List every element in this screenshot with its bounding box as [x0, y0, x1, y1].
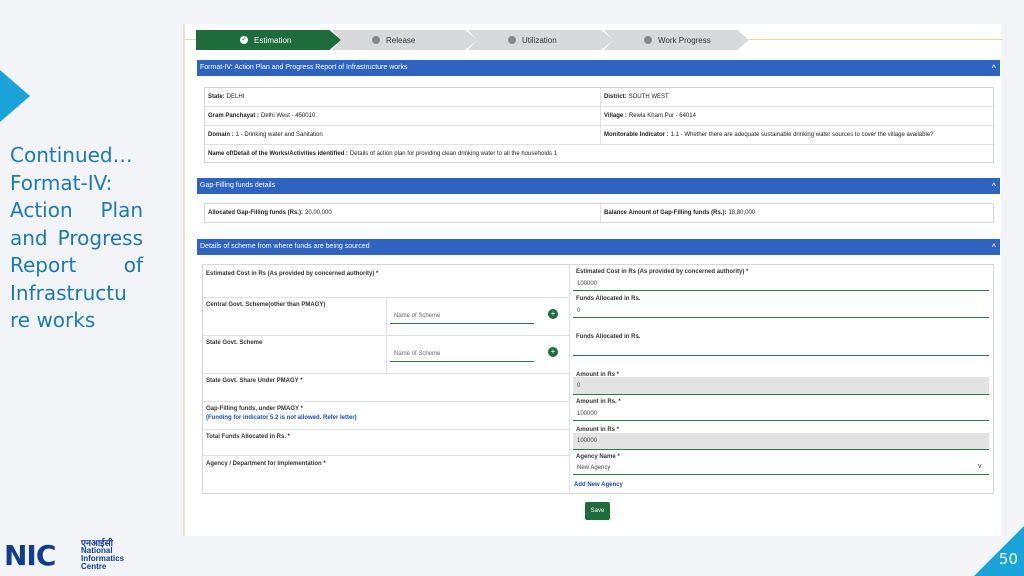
step-label: Estimation — [254, 35, 292, 45]
chevron-up-icon: ^ — [991, 63, 996, 73]
gap-filling-box: Allocated Gap-Filling funds (Rs.): 20,00,… — [204, 203, 994, 223]
step-work-progress[interactable]: Work Progress — [604, 30, 749, 50]
step-release[interactable]: Release — [332, 30, 477, 50]
estimated-cost-input[interactable]: 100000 — [573, 277, 989, 291]
logo-text: NIC — [4, 539, 56, 572]
central-funds-label: Funds Allocated in Rs. — [576, 296, 641, 302]
agency-name-label: Agency Name * — [576, 454, 620, 460]
slide: Continued… Format-IV: Action Plan and Pr… — [0, 0, 1024, 576]
total-funds-label: Total Funds Allocated in Rs. * — [206, 434, 291, 440]
add-central-scheme-button[interactable]: + — [548, 309, 558, 319]
allocated-funds-row: Allocated Gap-Filling funds (Rs.): 20,00,… — [208, 210, 332, 216]
circle-icon — [508, 36, 516, 44]
gram-panchayat-row: Gram Panchayat : Delhi West - 450010 — [208, 112, 316, 119]
state-funds-label: Funds Allocated in Rs. — [576, 334, 641, 340]
panel-header-format[interactable]: Format-IV: Action Plan and Progress Repo… — [197, 60, 1000, 76]
central-scheme-name-input[interactable]: Name of Scheme — [390, 308, 534, 324]
decor-triangle-left — [0, 70, 30, 122]
gap-filling-label: Gap-Filling funds, under PMAGY * — [206, 406, 303, 412]
circle-icon — [644, 36, 652, 44]
domain-row: Domain :1 - Drinking water and Sanitatio… — [208, 131, 323, 138]
panel-title: Gap-Filling funds details — [200, 182, 276, 189]
step-label: Work Progress — [658, 35, 711, 45]
panel-header-gap-filling[interactable]: Gap-Filling funds details ^ — [197, 178, 1000, 194]
panel-title: Format-IV: Action Plan and Progress Repo… — [200, 64, 408, 71]
chevron-up-icon: ^ — [991, 242, 996, 252]
save-button[interactable]: Save — [585, 502, 610, 520]
chevron-up-icon: ^ — [991, 181, 996, 191]
state-share-amount-input[interactable]: 0 — [573, 377, 989, 395]
total-amount-input[interactable]: 100000 — [573, 433, 989, 450]
circle-icon — [372, 36, 380, 44]
page-number: 50 — [998, 550, 1018, 568]
balance-amount-row: Balance Amount of Gap-Filling funds (Rs.… — [604, 210, 756, 216]
state-share-label: State Govt. Share Under PMAGY * — [206, 378, 303, 384]
step-utilization[interactable]: Utilization — [468, 30, 613, 50]
central-scheme-label: Central Govt. Scheme(other than PMAGY) — [206, 302, 326, 308]
work-detail-row: Name of/Detail of the Works/Activities i… — [208, 151, 558, 157]
indicator-row: Monitorable Indicator :1.1 - Whether the… — [604, 131, 934, 138]
step-label: Utilization — [522, 35, 557, 45]
location-details-box: State: DELHI District: SOUTH WEST Gram Pan… — [204, 87, 995, 163]
slide-title: Continued… Format-IV: Action Plan and Pr… — [10, 143, 143, 332]
village-row: Village : Rewla Kham Pur - 64014 — [604, 112, 696, 119]
agency-select[interactable]: New Agency — [573, 461, 989, 475]
district-row: District: SOUTH WEST — [604, 94, 669, 100]
panel-header-scheme-details[interactable]: Details of scheme from where funds are b… — [197, 239, 1000, 255]
step-label: Release — [386, 35, 416, 45]
state-row: State: DELHI — [208, 94, 245, 100]
agency-label: Agency / Department for Implementation * — [206, 461, 326, 467]
stepper: ✓ Estimation Release Utilization Work Pr… — [196, 30, 749, 50]
state-scheme-name-input[interactable]: Name of Scheme — [390, 346, 534, 362]
gap-filling-amount-label: Amount in Rs. * — [576, 399, 621, 405]
estimated-cost-label: Estimated Cost in Rs (As provided by con… — [206, 271, 379, 277]
panel-title: Details of scheme from where funds are b… — [200, 243, 370, 250]
app-screenshot: ✓ Estimation Release Utilization Work Pr… — [183, 24, 1003, 536]
add-state-scheme-button[interactable]: + — [548, 347, 558, 357]
state-funds-input[interactable] — [573, 342, 989, 356]
add-new-agency-link[interactable]: Add New Agency — [574, 482, 623, 488]
chevron-down-icon: v — [978, 463, 982, 470]
state-scheme-label: State Govt. Scheme — [206, 340, 263, 346]
nic-logo: NIC एनआईसी National Informatics Centre — [4, 536, 134, 572]
gap-filling-amount-input[interactable]: 100000 — [573, 407, 989, 421]
step-estimation[interactable]: ✓ Estimation — [196, 30, 341, 50]
logo-english-text: National Informatics Centre — [81, 546, 125, 571]
check-icon: ✓ — [240, 36, 248, 44]
gap-filling-note: (Funding for indicator 5.2 is not allowe… — [206, 415, 357, 421]
central-funds-input[interactable]: 0 — [573, 304, 989, 318]
estimated-cost-field-label: Estimated Cost in Rs (As provided by con… — [576, 269, 749, 275]
